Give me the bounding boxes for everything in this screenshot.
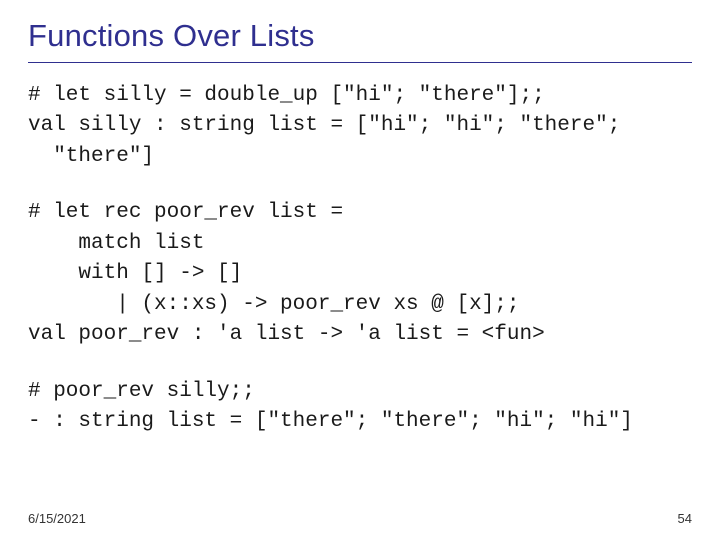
slide-footer: 6/15/2021 54 (28, 511, 692, 526)
code-block-1: # let silly = double_up ["hi"; "there"];… (28, 81, 692, 172)
title-rule (28, 62, 692, 63)
code-block-3: # poor_rev silly;; - : string list = ["t… (28, 377, 692, 438)
code-block-2: # let rec poor_rev list = match list wit… (28, 198, 692, 350)
footer-page: 54 (678, 511, 692, 526)
footer-date: 6/15/2021 (28, 511, 86, 526)
slide-title: Functions Over Lists (28, 18, 692, 54)
